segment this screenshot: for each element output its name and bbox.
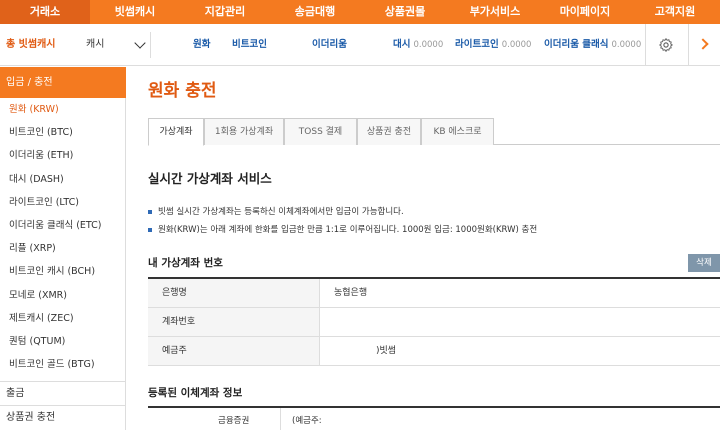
main-content: 원화 충전 가상계좌 1회용 가상계좌 TOSS 결제 상품권 충전 KB 에스… [148,67,720,430]
chevron-right-icon[interactable] [697,38,709,50]
ticker-eth[interactable]: 이더리움 [312,24,350,66]
info-text: 빗썸 실시간 가상계좌는 등록하신 이체계좌에서만 입금이 가능합니다. [158,207,404,217]
coin-price: 0.0000 [413,40,444,50]
coin-price: 0.0000 [501,40,532,50]
page-title: 원화 충전 [148,81,217,101]
table-row: 은행명 농협은행 [148,279,720,308]
sidebar-item-btg[interactable]: 비트코인 골드 (BTG) [0,353,125,376]
sidebar-header-deposit[interactable]: 입금 / 충전 [0,67,126,98]
tab-kb-escrow[interactable]: KB 에스크로 [421,118,494,145]
divider [280,408,281,430]
sidebar-group-withdraw[interactable]: 출금 [0,381,125,406]
currency-select[interactable]: 캐시 [86,24,104,66]
sidebar-item-bch[interactable]: 비트코인 캐시 (BCH) [0,260,125,283]
sidebar-item-btc[interactable]: 비트코인 (BTC) [0,121,125,144]
ticker-etc[interactable]: 이더리움 클래식 0.0000 [544,24,641,66]
nav-giftcard-mall[interactable]: 상품권몰 [360,0,450,24]
coin-name: 이더리움 클래식 [544,39,609,50]
coin-price: 0.0000 [611,40,642,50]
ticker-krw[interactable]: 원화 [193,24,213,66]
ticker-bar: 총 빗썸캐시 캐시 원화 비트코인 이더리움 대시 0.0000 라이트코인 0.0… [0,24,720,66]
tab-virtual-account[interactable]: 가상계좌 [148,118,204,146]
tab-bar: 가상계좌 1회용 가상계좌 TOSS 결제 상품권 충전 KB 에스크로 [148,118,720,146]
row-label: 은행명 [148,279,320,307]
info-line: 원화(KRW)는 아래 계좌에 한화를 입금한 만큼 1:1로 이루어집니다. … [148,223,537,235]
nav-my-page[interactable]: 마이페이지 [540,0,630,24]
delete-button[interactable]: 삭제 [688,254,720,272]
page-root: 거래소 빗썸캐시 지갑관리 송금대행 상품권몰 부가서비스 마이페이지 고객지원… [0,0,720,430]
divider [688,24,689,66]
sidebar-item-ltc[interactable]: 라이트코인 (LTC) [0,191,125,214]
tab-giftcard[interactable]: 상품권 충전 [357,118,421,145]
sidebar-item-xrp[interactable]: 리플 (XRP) [0,237,125,260]
row-label: 예금주 [148,337,320,365]
nav-remittance[interactable]: 송금대행 [270,0,360,24]
sidebar-item-qtum[interactable]: 퀀텀 (QTUM) [0,330,125,353]
sidebar-item-etc[interactable]: 이더리움 클래식 (ETC) [0,214,125,237]
nav-wallet[interactable]: 지갑관리 [180,0,270,24]
sidebar-item-zec[interactable]: 제트캐시 (ZEC) [0,307,125,330]
table-row: 계좌번호 [148,308,720,337]
sidebar-item-krw[interactable]: 원화 (KRW) [0,98,125,121]
total-cash-label: 총 빗썸캐시 [6,39,56,50]
coin-name: 원화 [193,39,211,50]
registered-col-bank: 금융증권 [218,416,250,426]
sidebar-item-dash[interactable]: 대시 (DASH) [0,168,125,191]
bullet-icon [148,227,152,232]
sidebar-item-eth[interactable]: 이더리움 (ETH) [0,144,125,167]
section-title: 실시간 가상계좌 서비스 [148,171,272,186]
nav-exchange[interactable]: 거래소 [0,0,90,24]
nav-support[interactable]: 고객지원 [630,0,720,24]
divider [645,24,646,66]
account-title: 내 가상계좌 번호 [148,257,223,269]
top-nav: 거래소 빗썸캐시 지갑관리 송금대행 상품권몰 부가서비스 마이페이지 고객지원 [0,0,720,24]
info-line: 빗썸 실시간 가상계좌는 등록하신 이체계좌에서만 입금이 가능합니다. [148,205,404,217]
row-value: 농협은행 [334,288,368,298]
sidebar-item-xmr[interactable]: 모네로 (XMR) [0,284,125,307]
registered-table: 금융증권 (예금주: [148,406,720,430]
divider [150,32,151,58]
bullet-icon [148,209,152,214]
ticker-ltc[interactable]: 라이트코인 0.0000 [455,24,531,66]
coin-name: 이더리움 [312,39,347,50]
nav-bithumb-cash[interactable]: 빗썸캐시 [90,0,180,24]
info-text: 원화(KRW)는 아래 계좌에 한화를 입금한 만큼 1:1로 이루어집니다. … [158,225,538,235]
coin-name: 비트코인 [232,39,267,50]
row-label: 계좌번호 [148,308,320,336]
chevron-down-icon[interactable] [134,37,146,49]
tab-one-time-account[interactable]: 1회용 가상계좌 [204,118,284,145]
gear-icon[interactable] [658,37,674,53]
ticker-btc[interactable]: 비트코인 [232,24,270,66]
coin-name: 라이트코인 [455,39,499,50]
table-row: 예금주 )빗썸 [148,337,720,366]
registered-title: 등록된 이체계좌 정보 [148,387,243,399]
sidebar-group-giftcard[interactable]: 상품권 충전 [0,405,125,430]
tab-toss[interactable]: TOSS 결제 [284,118,357,145]
nav-extra-services[interactable]: 부가서비스 [450,0,540,24]
sidebar: 입금 / 충전 원화 (KRW) 비트코인 (BTC) 이더리움 (ETH) 대… [0,67,126,430]
account-table: 은행명 농협은행 계좌번호 예금주 )빗썸 [148,277,720,366]
row-value: )빗썸 [376,346,397,356]
registered-col-holder: (예금주: [292,416,322,426]
ticker-dash[interactable]: 대시 0.0000 [393,24,443,66]
coin-name: 대시 [393,39,411,50]
